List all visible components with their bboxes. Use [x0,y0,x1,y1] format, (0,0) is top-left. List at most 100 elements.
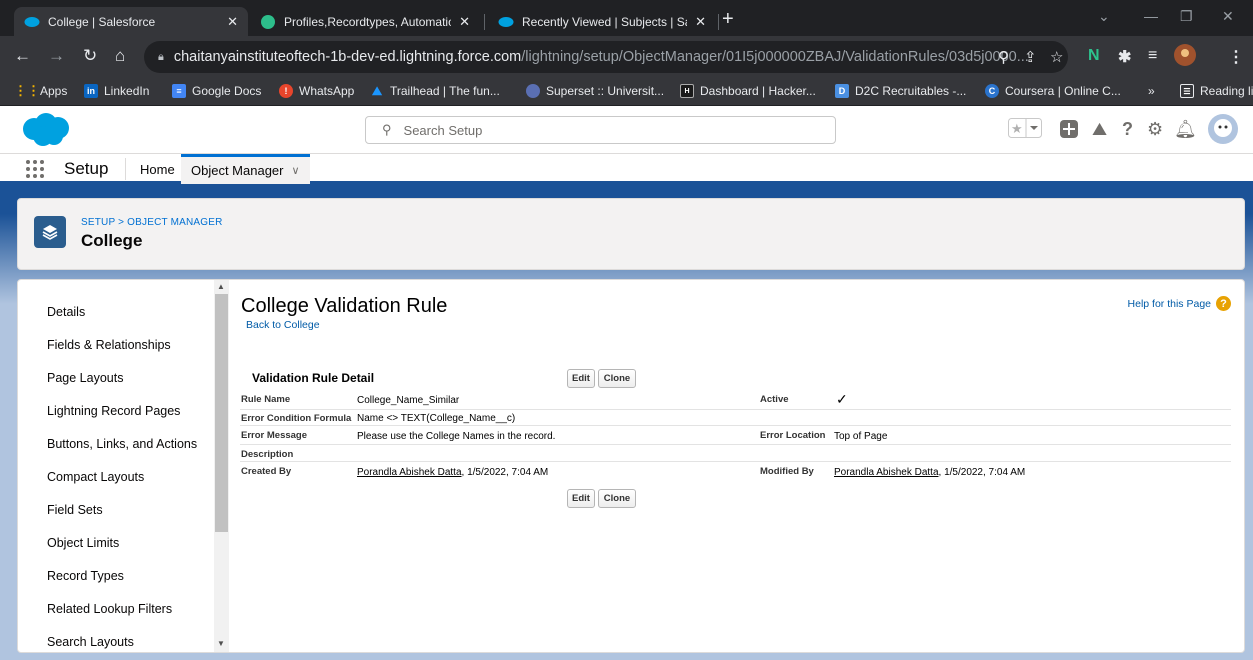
scroll-up-icon[interactable]: ▲ [217,282,225,291]
bookmark-google-docs[interactable]: ≡ Google Docs [172,84,261,98]
browser-menu-icon[interactable]: ⋮ [1228,47,1244,67]
sidebar-item-compact-layouts[interactable]: Compact Layouts [47,470,144,484]
salesforce-cloud-icon [498,14,514,30]
clone-button-bottom[interactable]: Clone [598,489,636,508]
sidebar-item-fields-relationships[interactable]: Fields & Relationships [47,338,171,352]
bookmark-coursera[interactable]: C Coursera | Online C... [985,84,1121,98]
lock-icon: 🔒︎ [158,50,164,63]
browser-tab-college[interactable]: College | Salesforce ✕ [14,7,248,36]
tab-separator [718,14,719,30]
d2c-icon: D [835,84,849,98]
nav-item-home[interactable]: Home [130,154,185,184]
bookmark-trailhead[interactable]: ⛰ Trailhead | The fun... [370,84,500,99]
sidebar-item-field-sets[interactable]: Field Sets [47,503,103,517]
profile-avatar[interactable] [1174,44,1196,71]
created-by-user-link[interactable]: Porandla Abishek Datta [357,467,462,478]
help-question-icon[interactable]: ? [1122,120,1133,138]
browser-toolbar: ← → ↻ ⌂ 🔒︎ chaitanyainstituteoftech-1b-d… [0,36,1253,78]
bookmark-star-icon[interactable]: ☆ [1050,48,1063,66]
back-to-college-link[interactable]: Back to College [246,319,320,331]
modified-by-label: Modified By [760,466,814,477]
bookmark-label: WhatsApp [299,84,355,98]
breadcrumb[interactable]: SETUP > OBJECT MANAGER [81,217,223,228]
browser-tab-profiles[interactable]: Profiles,Recordtypes, Automation ✕ [250,7,480,36]
reload-icon[interactable]: ↻ [83,46,97,66]
error-location-value: Top of Page [834,431,888,442]
bookmark-label: Dashboard | Hacker... [700,84,816,98]
sidebar-item-details[interactable]: Details [47,305,85,319]
tab-title: Profiles,Recordtypes, Automation [284,14,452,29]
edit-button-top[interactable]: Edit [567,369,595,388]
sidebar-item-page-layouts[interactable]: Page Layouts [47,371,123,385]
overflow-label: » [1148,84,1155,98]
address-bar[interactable]: 🔒︎ chaitanyainstituteoftech-1b-dev-ed.li… [144,41,1068,73]
salesforce-logo-icon[interactable] [18,112,72,148]
bookmark-whatsapp[interactable]: ! WhatsApp [279,84,354,98]
help-for-this-page-link[interactable]: Help for this Page ? [1128,296,1231,311]
clone-button-top[interactable]: Clone [598,369,636,388]
bookmark-apps[interactable]: ⋮⋮ Apps [14,83,67,98]
trailhead-tab-icon [260,14,276,30]
bookmark-label: Google Docs [192,84,262,98]
active-checkmark-icon: ✓ [836,391,848,407]
edit-button-bottom[interactable]: Edit [567,489,595,508]
apps-grid-icon: ⋮⋮ [14,83,40,98]
trailhead-guidance-icon[interactable]: ⛰ [1092,120,1107,138]
sidebar-item-buttons-links-actions[interactable]: Buttons, Links, and Actions [47,437,197,451]
chevron-down-icon[interactable]: ∨ [292,164,300,177]
google-docs-icon: ≡ [172,84,186,98]
back-arrow-icon[interactable]: ← [14,46,31,66]
minimize-icon[interactable]: — [1144,8,1158,24]
sidebar-item-related-lookup-filters[interactable]: Related Lookup Filters [47,602,172,616]
global-actions-plus-icon[interactable] [1060,120,1078,141]
share-icon[interactable]: ⇪ [1024,48,1037,66]
bookmark-label: Trailhead | The fun... [390,84,500,98]
new-tab-plus-icon[interactable]: + [722,9,734,29]
bookmarks-overflow-button[interactable]: » [1148,84,1155,98]
nav-divider [125,158,126,180]
setup-gear-icon[interactable]: ⚙ [1147,120,1163,138]
home-icon[interactable]: ⌂ [115,46,125,66]
forward-arrow-icon[interactable]: → [48,46,65,66]
modified-date: , 1/5/2022, 7:04 AM [938,467,1026,478]
nav-item-label: Home [140,161,175,177]
bookmark-d2c[interactable]: D D2C Recruitables -... [835,84,966,98]
favorites-star-icon[interactable]: ★ [1008,118,1042,141]
close-window-icon[interactable]: ✕ [1222,8,1234,25]
app-launcher-icon[interactable] [26,160,44,178]
restore-icon[interactable]: ❐ [1180,8,1193,25]
modified-by-user-link[interactable]: Porandla Abishek Datta [834,467,939,478]
bookmarks-bar: ⋮⋮ Apps in LinkedIn ≡ Google Docs ! What… [0,78,1253,106]
nav-item-object-manager[interactable]: Object Manager ∨ [181,154,310,184]
rule-name-value: College_Name_Similar [357,395,460,406]
user-avatar[interactable] [1208,114,1238,147]
bookmark-label: Superset :: Universit... [546,84,665,98]
superset-icon [526,84,540,98]
setup-search-input[interactable]: ⚲ Search Setup [365,116,836,144]
sidebar-scroll-thumb[interactable] [215,294,228,532]
validation-rule-content: College Validation Rule Back to College … [231,280,1244,652]
bookmark-linkedin[interactable]: in LinkedIn [84,84,149,98]
reading-list-button[interactable]: ☰ Reading list [1180,84,1253,98]
extension-n-icon[interactable]: N [1088,47,1100,65]
bookmark-hackerrank[interactable]: H Dashboard | Hacker... [680,84,816,98]
sidebar-item-lightning-record-pages[interactable]: Lightning Record Pages [47,404,180,418]
close-tab-icon[interactable]: ✕ [459,14,470,30]
sidebar-item-object-limits[interactable]: Object Limits [47,536,119,550]
tab-search-chevron-icon[interactable]: ⌄ [1098,8,1110,25]
close-tab-icon[interactable]: ✕ [695,14,706,30]
formula-label: Error Condition Formula [241,413,352,424]
detail-row-rule-name: Rule Name College_Name_Similar Active ✓ [240,391,1231,410]
created-by-label: Created By [241,466,292,477]
media-control-icon[interactable]: ≡ [1148,47,1157,65]
bookmark-superset[interactable]: Superset :: Universit... [526,84,664,98]
scroll-down-icon[interactable]: ▼ [217,639,225,648]
tab-title: College | Salesforce [48,14,156,29]
sidebar-item-search-layouts[interactable]: Search Layouts [47,635,134,649]
zoom-icon[interactable]: ⚲ [998,48,1009,66]
sidebar-item-record-types[interactable]: Record Types [47,569,124,583]
extensions-puzzle-icon[interactable]: ✱ [1118,47,1131,67]
notifications-bell-icon[interactable]: 🔔︎ [1174,120,1197,138]
browser-tab-subjects[interactable]: Recently Viewed | Subjects | Sale ✕ [488,7,716,36]
close-tab-icon[interactable]: ✕ [227,14,238,30]
